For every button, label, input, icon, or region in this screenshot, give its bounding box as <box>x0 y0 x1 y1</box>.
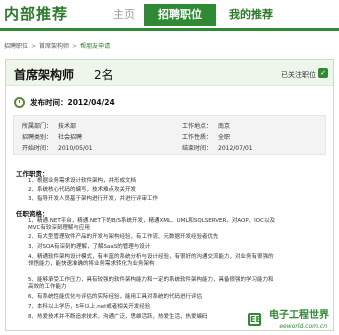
top-nav-bar: 内部推荐 主页 招聘职位 我的推荐 <box>0 0 339 29</box>
requirement-item: 1、精通.NET平台，精通.NET下的B/S系统开发，精通XML、UML和SQL… <box>28 218 275 231</box>
breadcrumb: 招聘职位 > 首席架构师 > 帮朋友申请 <box>4 41 110 50</box>
dept-value: 技术部 <box>58 123 77 130</box>
nature-value: 全职 <box>218 134 231 141</box>
dept-row: 所属部门： 技术部 <box>22 121 76 130</box>
job-detail-panel: 首席架构师 2名 已关注职位 ✓ 发布时间：2012/04/24 所属部门： 技术… <box>5 59 334 331</box>
requirement-item: 5、能够承受工作压力，具有较强的软件架构能力和一定的系统软件架构能力，具备很强的… <box>28 277 274 290</box>
job-title: 首席架构师 <box>14 68 75 82</box>
start-label: 开始时间： <box>22 145 53 152</box>
breadcrumb-current: 帮朋友申请 <box>80 43 111 50</box>
type-label: 招聘类别： <box>22 134 53 141</box>
end-value: 2012/07/01 <box>218 145 253 152</box>
watermark-name: 电子工程世界 <box>269 310 329 321</box>
breadcrumb-job[interactable]: 首席架构师 <box>39 43 69 50</box>
breadcrumb-separator: > <box>72 43 78 50</box>
job-headcount: 2名 <box>94 68 114 82</box>
type-value: 社会招聘 <box>58 134 83 141</box>
requirement-item: 2、有大型管理软件产品的开发与架构经验，有工作流、元数据开发经验者优先 <box>28 234 219 240</box>
start-value: 2010/05/01 <box>58 145 93 152</box>
place-value: 南京 <box>218 123 231 130</box>
tab-my-recommendations[interactable]: 我的推荐 <box>218 4 284 26</box>
breadcrumb-separator: > <box>31 43 37 50</box>
dept-label: 所属部门： <box>22 123 53 130</box>
requirement-item: 4、精通软件架构设计模式，有丰富的系统分析与设计经验，有很好的沟通交流能力，对业… <box>28 254 274 267</box>
duty-item: 3、指导开发人员基于架构进行开发，并进行评审工作 <box>28 196 159 202</box>
duty-item: 1、根据业务需求设计软件架构，并形成文档 <box>28 178 137 184</box>
brand-title: 内部推荐 <box>4 5 69 23</box>
publish-time: 发布时间：2012/04/24 <box>30 98 115 107</box>
place-row: 工作地点： 南京 <box>182 121 230 130</box>
breadcrumb-jobs[interactable]: 招聘职位 <box>4 43 28 50</box>
nav-underline <box>0 28 339 31</box>
tab-home[interactable]: 主页 <box>108 4 140 26</box>
requirement-item: 3、对SOA有深刻的理解，了解SaaS的管理与设计 <box>28 244 151 250</box>
end-label: 结束时间： <box>182 145 213 152</box>
watermark-url: eeworld.com.cn <box>279 323 327 330</box>
check-icon[interactable]: ✓ <box>318 68 328 78</box>
type-row: 招聘类别： 社会招聘 <box>22 132 82 141</box>
tab-jobs[interactable]: 招聘职位 <box>144 4 216 26</box>
requirement-item: 6、有系统性能优化与评估的实际经验，能用工具对系统的代码进行评估 <box>28 294 203 300</box>
follow-job-link[interactable]: 已关注职位 <box>281 70 316 80</box>
job-title-bar: 首席架构师 2名 已关注职位 ✓ <box>6 60 333 86</box>
clock-icon <box>14 97 25 108</box>
requirement-item: 8、热爱技术并不断追求技术，沟通广泛，思维活跃，热爱生活，热爱编码 <box>28 314 208 320</box>
requirement-item: 7、本科以上学历，5年以上.net或者相关开发经验 <box>28 304 151 310</box>
requirements-heading: 任职资格： <box>16 210 49 218</box>
watermark-logo: EE <box>248 313 261 326</box>
duty-item: 2、系统核心代码的编写，技术难点攻关开发 <box>28 187 137 193</box>
nature-label: 工作性质： <box>182 134 213 141</box>
start-row: 开始时间： 2010/05/01 <box>22 143 93 152</box>
nature-row: 工作性质： 全职 <box>182 132 230 141</box>
place-label: 工作地点： <box>182 123 213 130</box>
end-row: 结束时间： 2012/07/01 <box>182 143 253 152</box>
job-info-box: 所属部门： 技术部 招聘类别： 社会招聘 开始时间： 2010/05/01 工作地点：… <box>13 115 326 155</box>
duties-heading: 工作职责： <box>16 170 49 178</box>
